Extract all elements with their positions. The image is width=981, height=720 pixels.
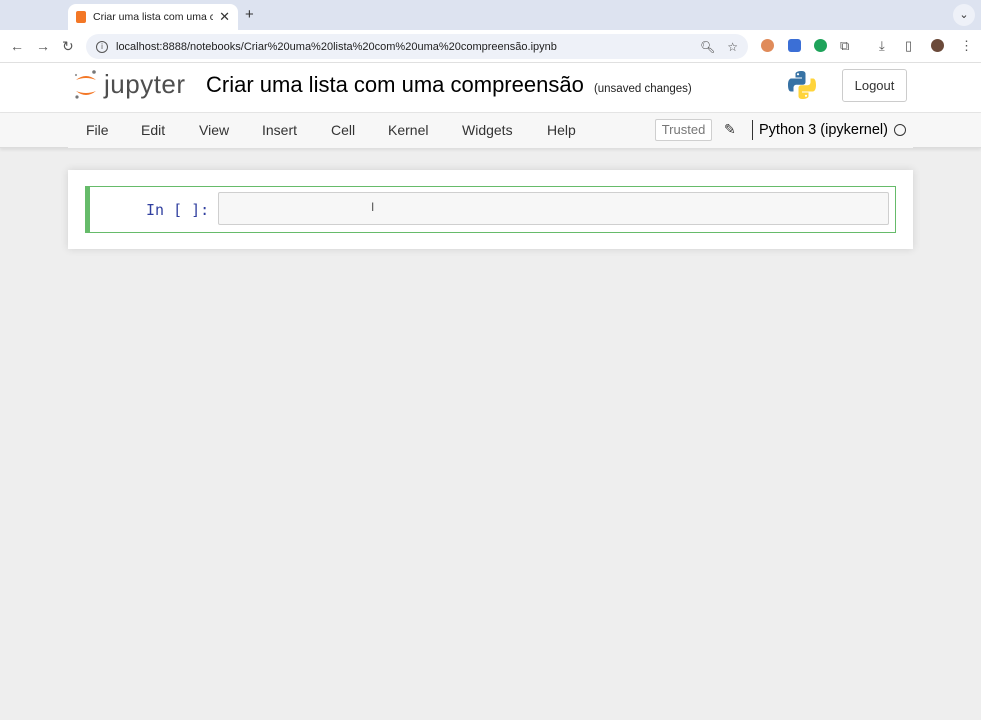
forward-icon[interactable]: → — [36, 38, 50, 54]
bookmark-star-icon[interactable]: ☆ — [727, 40, 738, 54]
menu-help[interactable]: Help — [547, 122, 576, 138]
menu-edit[interactable]: Edit — [141, 122, 165, 138]
browser-tab-bar: Criar uma lista com uma com ✕ + ⌄ — [0, 0, 981, 30]
jupyter-header: jupyter Criar uma lista com uma compreen… — [0, 63, 981, 113]
extension-1-icon[interactable] — [761, 39, 774, 52]
edit-mode-pencil-icon: ✎ — [724, 121, 736, 137]
site-info-icon[interactable]: i — [96, 40, 108, 53]
side-panel-icon[interactable]: ▯ — [905, 38, 912, 54]
browser-toolbar: ← → ↻ i localhost:8888/notebooks/Criar%2… — [0, 30, 981, 63]
jupyter-logo-icon[interactable] — [73, 69, 99, 101]
menu-insert[interactable]: Insert — [262, 122, 297, 138]
url-text: localhost:8888/notebooks/Criar%20uma%20l… — [116, 40, 557, 53]
menu-kernel[interactable]: Kernel — [388, 122, 428, 138]
menu-view[interactable]: View — [199, 122, 229, 138]
menu-widgets[interactable]: Widgets — [462, 122, 513, 138]
back-icon[interactable]: ← — [10, 38, 24, 54]
address-bar[interactable]: i localhost:8888/notebooks/Criar%20uma%2… — [86, 34, 748, 59]
extension-2-icon[interactable] — [788, 39, 801, 52]
menu-bar: File Edit View Insert Cell Kernel Widget… — [0, 113, 981, 148]
code-input[interactable]: I — [218, 192, 889, 225]
input-prompt: In [ ]: — [146, 201, 210, 219]
kernel-name[interactable]: Python 3 (ipykernel) — [752, 120, 888, 140]
new-tab-icon[interactable]: + — [245, 6, 254, 23]
profile-avatar[interactable] — [931, 39, 944, 52]
zoom-icon[interactable]: 🔍︎ — [700, 40, 715, 54]
browser-menu-icon[interactable]: ⋮ — [960, 38, 973, 54]
logout-button[interactable]: Logout — [842, 69, 907, 102]
menu-cell[interactable]: Cell — [331, 122, 355, 138]
tab-title: Criar uma lista com uma com — [93, 11, 214, 23]
close-tab-icon[interactable]: ✕ — [219, 9, 230, 25]
download-icon[interactable]: ⤓ — [879, 38, 885, 54]
grammarly-icon[interactable] — [814, 39, 827, 52]
notebook-container: In [ ]: I — [68, 170, 913, 249]
menu-bar-container: File Edit View Insert Cell Kernel Widget… — [68, 113, 913, 148]
tab-search-icon[interactable]: ⌄ — [953, 4, 975, 26]
kernel-status-icon — [894, 124, 906, 136]
text-cursor-icon: I — [371, 200, 375, 214]
menu-file[interactable]: File — [86, 122, 109, 138]
extensions-puzzle-icon[interactable]: ⧉ — [840, 38, 849, 54]
jupyter-logo-text[interactable]: jupyter — [104, 69, 186, 100]
python-logo-icon — [788, 71, 816, 99]
jupyter-favicon-icon — [76, 11, 86, 23]
reload-icon[interactable]: ↻ — [62, 38, 74, 55]
trusted-indicator[interactable]: Trusted — [655, 119, 712, 141]
notebook-name[interactable]: Criar uma lista com uma compreensão — [206, 72, 584, 97]
browser-tab[interactable]: Criar uma lista com uma com ✕ — [68, 4, 238, 30]
code-cell[interactable]: In [ ]: I — [85, 186, 896, 233]
save-status: (unsaved changes) — [593, 83, 692, 95]
notebook-title[interactable]: Criar uma lista com uma compreensão (uns… — [206, 72, 692, 98]
